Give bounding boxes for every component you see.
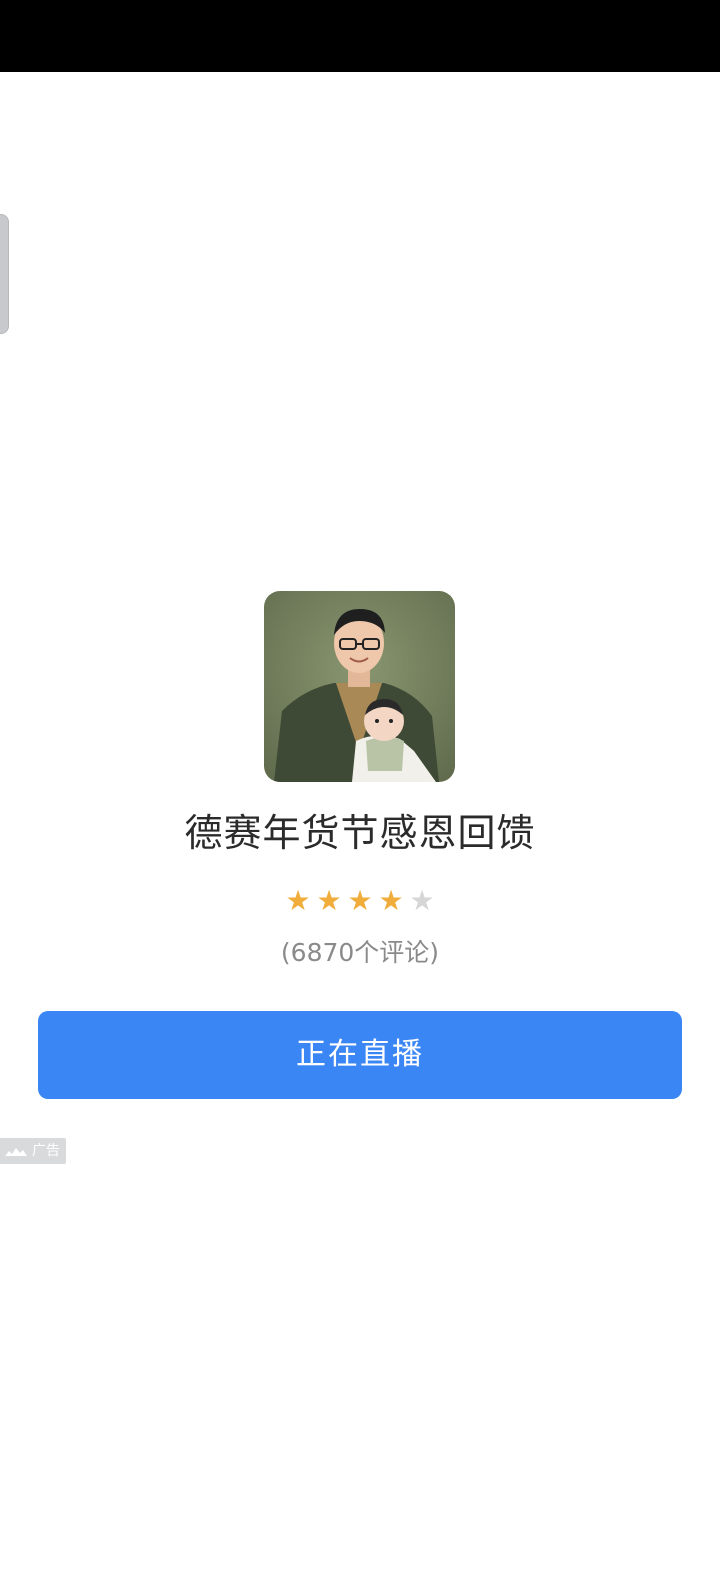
review-count: (6870个评论) xyxy=(280,938,440,967)
cloud-logo-icon xyxy=(5,1148,27,1156)
star-icon: ★ xyxy=(347,884,373,917)
star-icon: ★ xyxy=(409,884,435,917)
ad-title: 德赛年货节感恩回馈 xyxy=(184,811,536,855)
side-drawer-handle[interactable] xyxy=(0,214,9,334)
star-icon: ★ xyxy=(378,884,404,917)
status-bar xyxy=(0,0,720,72)
rating-stars: ★ ★ ★ ★ ★ xyxy=(0,885,720,917)
star-icon: ★ xyxy=(316,884,342,917)
ad-app-icon-image xyxy=(264,591,455,782)
ad-badge-label: 广告 xyxy=(32,1143,60,1159)
ad-app-icon[interactable] xyxy=(264,591,455,782)
live-now-button[interactable]: 正在直播 xyxy=(38,1011,682,1099)
ad-badge: 广告 xyxy=(0,1138,66,1164)
star-icon: ★ xyxy=(285,884,311,917)
